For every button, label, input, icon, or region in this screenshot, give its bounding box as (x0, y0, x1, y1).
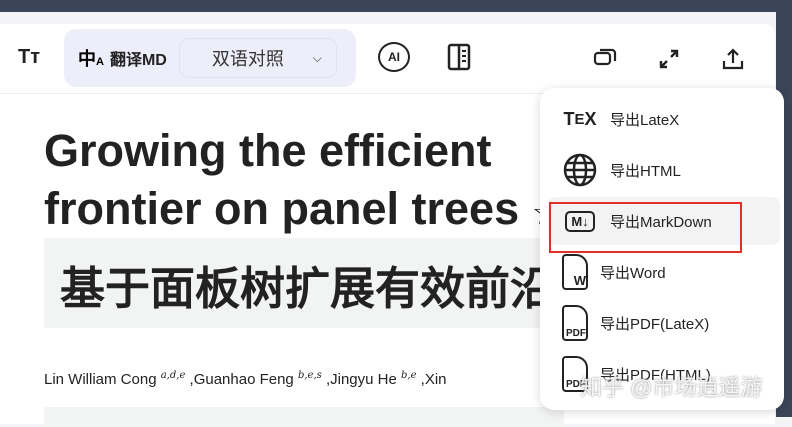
expand-icon[interactable] (656, 46, 682, 72)
export-pdf-latex[interactable]: PDF 导出PDF(LateX) (548, 299, 780, 347)
tex-icon: TEX (563, 108, 597, 129)
watermark: 知乎 @市场逍遥游 (580, 375, 763, 400)
translate-group: 中A 翻译MD 双语对照 ⌵ (64, 29, 356, 87)
author: ,Xin (420, 371, 447, 388)
highlight-annotation (549, 202, 742, 253)
menu-item-label: 导出Word (600, 264, 666, 282)
translate-icon[interactable]: 中A (78, 45, 104, 71)
toolbar: Tт 中A 翻译MD 双语对照 ⌵ AI (0, 24, 775, 94)
author: ,Jingyu He (325, 371, 397, 388)
export-latex[interactable]: T E X 导出LateX (548, 95, 780, 143)
share-upload-icon[interactable] (720, 46, 746, 72)
ai-chat-icon[interactable]: AI (378, 42, 410, 72)
export-word[interactable]: W 导出Word (548, 248, 780, 296)
paper-title: Growing the efficient frontier on panel … (44, 122, 564, 242)
mode-select-value: 双语对照 (211, 49, 284, 69)
font-size-icon[interactable]: Tт (14, 42, 44, 72)
export-html[interactable]: 导出HTML (548, 146, 780, 194)
author: Lin William Cong (44, 371, 157, 388)
paper-title-translation: 基于面板树扩展有效前沿 (44, 238, 574, 328)
affiliation: b,e (400, 370, 417, 381)
mode-select[interactable]: 双语对照 ⌵ (178, 38, 337, 78)
author-list: Lin William Cong a,d,e ,Guanhao Feng b,e… (44, 370, 447, 388)
abstract-block (44, 407, 564, 427)
author: ,Guanhao Feng (189, 371, 294, 388)
word-file-icon: W (562, 254, 588, 290)
menu-item-label: 导出LateX (610, 111, 680, 129)
window-titlebar (0, 0, 792, 12)
chevron-down-icon: ⌵ (312, 50, 322, 65)
export-menu: T E X 导出LateX 导出HTML M↓ 导出MarkDown W 导出Word P… (540, 88, 784, 410)
comment-icon[interactable] (592, 46, 618, 72)
affiliation: b,e,s (297, 370, 322, 381)
pdf-file-icon: PDF (562, 305, 588, 341)
translate-label[interactable]: 翻译MD (110, 46, 167, 70)
menu-item-label: 导出HTML (610, 162, 681, 180)
globe-icon (562, 152, 598, 188)
bilingual-book-icon[interactable] (446, 42, 472, 72)
menu-item-label: 导出PDF(LateX) (600, 315, 710, 333)
affiliation: a,d,e (160, 370, 186, 381)
